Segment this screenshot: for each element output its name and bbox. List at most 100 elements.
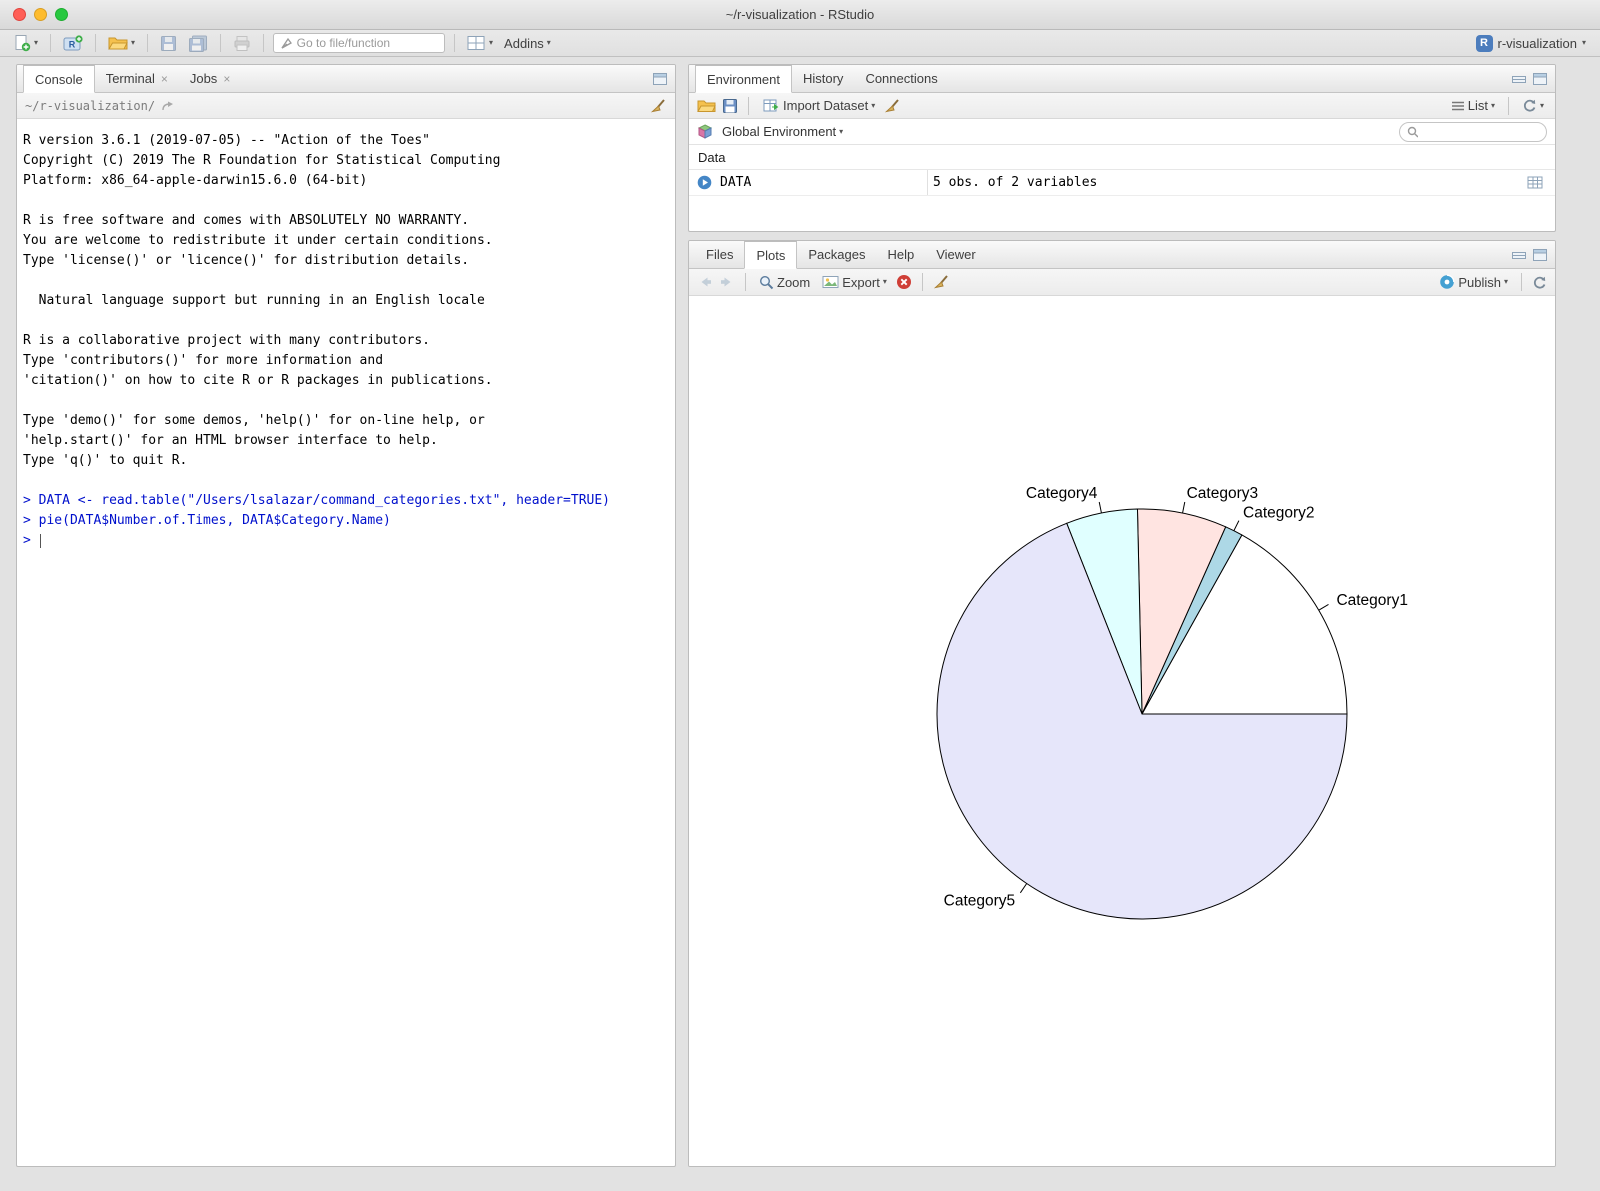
- console-line: [23, 471, 669, 491]
- previous-plot-icon[interactable]: [697, 275, 713, 289]
- console-line: Type 'demo()' for some demos, 'help()' f…: [23, 411, 669, 431]
- plots-toolbar: Zoom Export ▾ Publish ▾: [689, 269, 1555, 296]
- main-toolbar: ▾ R ▾ ▾ Addins ▾ R r-visualization ▾: [0, 30, 1600, 57]
- tab-history[interactable]: History: [792, 65, 854, 92]
- load-workspace-icon[interactable]: [697, 98, 716, 113]
- zoom-plot-button[interactable]: Zoom: [756, 274, 813, 291]
- console-line: Copyright (C) 2019 The R Foundation for …: [23, 151, 669, 171]
- save-all-button[interactable]: [185, 34, 211, 53]
- tab-console[interactable]: Console: [23, 65, 95, 93]
- object-name: DATA: [720, 175, 751, 190]
- tab-packages[interactable]: Packages: [797, 241, 876, 268]
- maximize-pane-icon[interactable]: [1532, 248, 1548, 262]
- tab-help[interactable]: Help: [876, 241, 925, 268]
- refresh-plot-icon[interactable]: [1532, 275, 1547, 290]
- console-line: Type 'license()' or 'licence()' for dist…: [23, 251, 669, 271]
- toolbar-separator: [220, 34, 221, 52]
- save-button[interactable]: [157, 34, 180, 53]
- project-selector[interactable]: R r-visualization ▾: [1472, 33, 1591, 54]
- console-line: >: [23, 531, 669, 551]
- addins-label: Addins: [504, 36, 544, 51]
- console-line: [23, 271, 669, 291]
- publish-label: Publish: [1458, 275, 1501, 290]
- zoom-window-button[interactable]: [55, 8, 68, 21]
- environment-search-box[interactable]: [1399, 122, 1547, 142]
- addins-button[interactable]: Addins ▾: [501, 35, 554, 52]
- expand-object-icon[interactable]: [697, 175, 712, 190]
- minimize-pane-icon[interactable]: [1511, 72, 1527, 86]
- close-window-button[interactable]: [13, 8, 26, 21]
- pie-label-line-2: [1234, 521, 1239, 531]
- clear-environment-icon[interactable]: [884, 98, 901, 114]
- toolbar-separator: [922, 273, 923, 291]
- console-line: [23, 391, 669, 411]
- tab-plots[interactable]: Plots: [744, 241, 797, 269]
- tab-history-label: History: [803, 71, 843, 86]
- console-pane: Console Terminal × Jobs × ~/r-visualizat…: [16, 64, 676, 1167]
- export-plot-button[interactable]: Export ▾: [819, 274, 890, 291]
- publish-plot-button[interactable]: Publish ▾: [1436, 273, 1511, 291]
- toolbar-separator: [1521, 273, 1522, 291]
- next-plot-icon[interactable]: [719, 275, 735, 289]
- goto-file-input[interactable]: [297, 36, 438, 50]
- environment-scope-label: Global Environment: [722, 124, 836, 139]
- plots-tabbar: Files Plots Packages Help Viewer: [689, 241, 1555, 269]
- tab-environment[interactable]: Environment: [695, 65, 792, 93]
- tab-connections[interactable]: Connections: [854, 65, 948, 92]
- pane-layout-button[interactable]: ▾: [464, 34, 496, 52]
- clear-console-icon[interactable]: [650, 98, 667, 114]
- print-button[interactable]: [230, 34, 254, 53]
- close-tab-icon[interactable]: ×: [223, 72, 230, 86]
- tab-viewer[interactable]: Viewer: [925, 241, 987, 268]
- list-icon: [1451, 100, 1465, 112]
- toolbar-separator: [454, 34, 455, 52]
- console-line: Type 'contributors()' for more informati…: [23, 351, 669, 371]
- console-line: You are welcome to redistribute it under…: [23, 231, 669, 251]
- goto-file-box[interactable]: [273, 33, 445, 53]
- environment-search-input[interactable]: [1422, 125, 1539, 139]
- minimize-window-button[interactable]: [34, 8, 47, 21]
- tab-files[interactable]: Files: [695, 241, 744, 268]
- tab-environment-label: Environment: [707, 72, 780, 87]
- zoom-label: Zoom: [777, 275, 810, 290]
- open-file-button[interactable]: ▾: [105, 34, 138, 52]
- environment-scope-selector[interactable]: Global Environment ▾: [719, 123, 846, 140]
- clear-all-plots-icon[interactable]: [933, 274, 950, 290]
- tab-jobs[interactable]: Jobs ×: [179, 65, 241, 92]
- refresh-icon: [1522, 98, 1537, 113]
- environment-object-row[interactable]: DATA 5 obs. of 2 variables: [689, 170, 1555, 196]
- tab-files-label: Files: [706, 247, 733, 262]
- remove-plot-icon[interactable]: [896, 274, 912, 290]
- maximize-pane-icon[interactable]: [1532, 72, 1548, 86]
- maximize-pane-icon[interactable]: [652, 72, 668, 86]
- console-line: R is free software and comes with ABSOLU…: [23, 211, 669, 231]
- new-project-button[interactable]: R: [60, 33, 86, 53]
- minimize-pane-icon[interactable]: [1511, 248, 1527, 262]
- pie-label-line-3: [1183, 502, 1185, 513]
- import-dataset-label: Import Dataset: [783, 98, 868, 113]
- import-dataset-button[interactable]: Import Dataset ▾: [759, 97, 878, 114]
- environment-section-header: Data: [689, 145, 1555, 170]
- object-summary: 5 obs. of 2 variables: [933, 175, 1097, 190]
- goto-working-directory-icon[interactable]: [161, 100, 175, 112]
- pie-label-5: Category5: [944, 892, 1016, 909]
- console-line: Natural language support but running in …: [23, 291, 669, 311]
- tab-jobs-label: Jobs: [190, 71, 217, 86]
- traffic-lights: [13, 0, 68, 29]
- list-view-button[interactable]: List ▾: [1448, 97, 1498, 114]
- pie-label-4: Category4: [1026, 485, 1098, 502]
- pie-label-1: Category1: [1336, 592, 1408, 609]
- close-tab-icon[interactable]: ×: [161, 72, 168, 86]
- window-title: ~/r-visualization - RStudio: [0, 7, 1600, 22]
- toolbar-separator: [748, 97, 749, 115]
- new-file-button[interactable]: ▾: [10, 33, 41, 53]
- console-cursor: [40, 534, 42, 548]
- tab-terminal[interactable]: Terminal ×: [95, 65, 179, 92]
- console-output[interactable]: R version 3.6.1 (2019-07-05) -- "Action …: [17, 119, 675, 1166]
- toolbar-separator: [745, 273, 746, 291]
- refresh-environment-button[interactable]: ▾: [1519, 97, 1547, 114]
- tab-plots-label: Plots: [756, 248, 785, 263]
- save-workspace-icon[interactable]: [722, 98, 738, 114]
- view-table-icon[interactable]: [1527, 176, 1543, 189]
- titlebar: ~/r-visualization - RStudio: [0, 0, 1600, 30]
